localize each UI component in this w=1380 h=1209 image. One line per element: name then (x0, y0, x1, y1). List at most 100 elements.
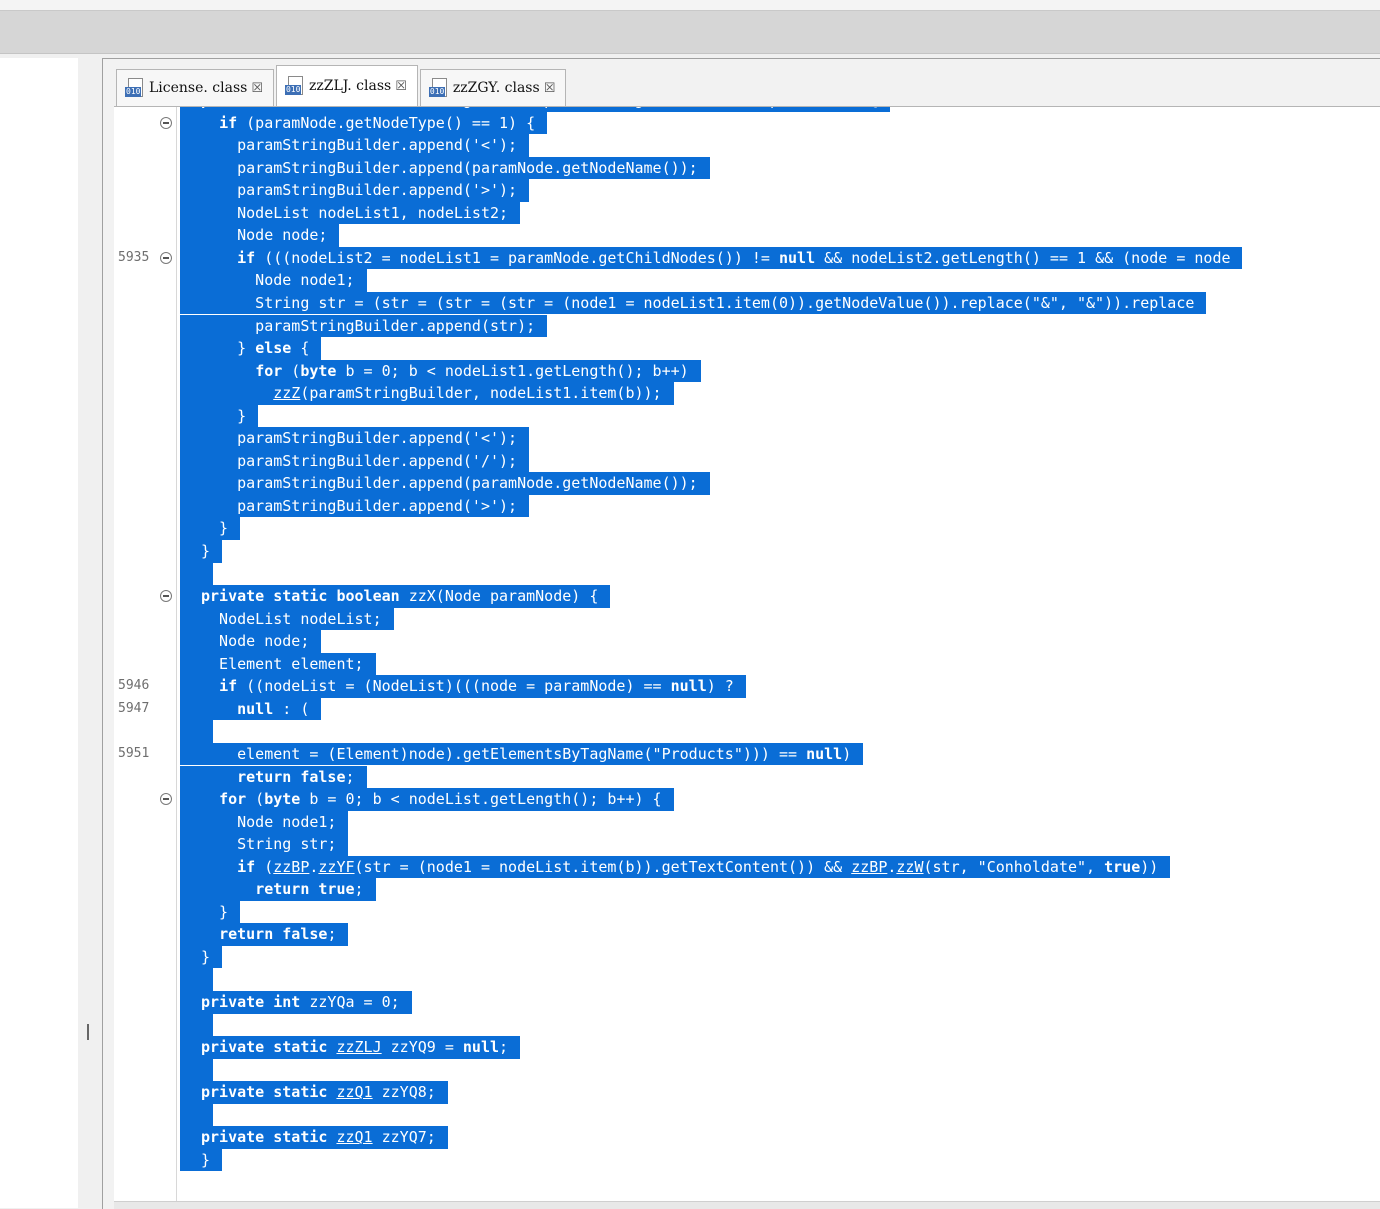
code-text: for (byte b = 0; b < nodeList1.getLength… (255, 361, 689, 380)
close-tab-icon[interactable]: ☒ (395, 79, 407, 94)
code-line: String str = (str = (str = (str = (node1… (114, 291, 1380, 315)
code-text: Node node; (201, 632, 310, 651)
code-line: } (114, 900, 1380, 924)
code-line (114, 1103, 1380, 1127)
code-line: private static zzQ1 zzYQ8; (114, 1081, 1380, 1104)
code-text: if (paramNode.getNodeType() == 1) { (219, 113, 536, 132)
code-line: return false; (114, 765, 1380, 788)
collapse-fold-icon[interactable] (160, 116, 172, 129)
code-line: NodeList nodeList1, nodeList2; (114, 201, 1380, 225)
code-text: private static void zzZ(StringBuilder pa… (201, 107, 878, 109)
collapse-fold-icon[interactable] (160, 793, 172, 806)
tab-license-class[interactable]: 010 License. class ☒ (116, 69, 274, 106)
selection-highlight (180, 1058, 213, 1082)
code-text: String str = (str = (str = (str = (node1… (201, 293, 1195, 312)
package-explorer-pane (0, 58, 78, 1208)
tab-label: zzZGY. class (452, 80, 540, 96)
code-text: } (201, 902, 229, 921)
code-text: } (201, 542, 211, 560)
code-line: paramStringBuilder.append('/'); (114, 449, 1380, 473)
code-line: paramStringBuilder.append('<'); (114, 134, 1380, 157)
code-line: Node node; (114, 224, 1380, 247)
code-text: paramStringBuilder.append('>'); (201, 181, 518, 200)
code-text: } (201, 1150, 211, 1169)
code-line: } (114, 1148, 1380, 1172)
tab-label: License. class (149, 80, 248, 96)
line-number: 5946 (118, 678, 150, 694)
code-text: return false; (219, 925, 337, 944)
code-text: null : ( (237, 699, 310, 718)
code-text: paramStringBuilder.append('/'); (201, 451, 518, 470)
code-text: private static zzQ1 zzYQ8; (201, 1083, 436, 1102)
code-text: if (((nodeList2 = nodeList1 = paramNode.… (237, 248, 1231, 267)
code-line: private static zzQ1 zzYQ7; (114, 1126, 1380, 1149)
close-tab-icon[interactable]: ☒ (251, 81, 263, 96)
code-line: Node node; (114, 630, 1380, 653)
code-line (114, 968, 1380, 991)
code-text: paramStringBuilder.append(paramNode.getN… (201, 474, 698, 493)
code-line: paramStringBuilder.append('<'); (114, 427, 1380, 450)
collapse-fold-icon[interactable] (160, 251, 172, 264)
collapse-fold-icon[interactable] (160, 590, 172, 603)
code-line (114, 562, 1380, 586)
code-text: if ((nodeList = (NodeList)(((node = para… (219, 677, 734, 696)
code-text: for (byte b = 0; b < nodeList.getLength(… (219, 790, 662, 809)
code-text: Node node; (201, 226, 328, 245)
code-text: zzZ(paramStringBuilder, nodeList1.item(b… (273, 384, 662, 403)
code-line: paramStringBuilder.append('>'); (114, 179, 1380, 202)
line-number: 5951 (118, 745, 150, 761)
class-file-icon: 010 (125, 78, 145, 98)
code-line: } (114, 404, 1380, 428)
code-content: private static void zzZ(StringBuilder pa… (114, 107, 1380, 1202)
selection-highlight (180, 968, 213, 991)
code-line: Element element; (114, 652, 1380, 676)
code-line: if (paramNode.getNodeType() == 1) { (114, 111, 1380, 135)
code-line: paramStringBuilder.append(paramNode.getN… (114, 156, 1380, 180)
code-text: paramStringBuilder.append('<'); (201, 136, 518, 155)
code-text: private static zzZLJ zzYQ9 = null; (201, 1038, 509, 1057)
selection-highlight (180, 562, 213, 586)
class-file-icon: 010 (428, 78, 449, 98)
selection-highlight (180, 1103, 213, 1127)
code-text: element = (Element)node).getElementsByTa… (201, 744, 852, 763)
code-text: return true; (255, 880, 364, 899)
close-tab-icon[interactable]: ☒ (544, 81, 556, 96)
sash-handle[interactable] (87, 1024, 89, 1040)
code-text: private static zzQ1 zzYQ7; (201, 1128, 436, 1147)
tab-zzzlj-class[interactable]: 010 zzZLJ. class ☒ (275, 65, 418, 106)
code-line: private static boolean zzX(Node paramNod… (114, 585, 1380, 608)
code-text: private int zzYQa = 0; (201, 993, 400, 1011)
selection-highlight (180, 720, 213, 743)
code-line: } else { (114, 337, 1380, 360)
window-title-bar (0, 0, 1380, 11)
tab-label: zzZLJ. class (308, 78, 392, 94)
code-line: NodeList nodeList; (114, 607, 1380, 631)
gutter-divider (176, 107, 177, 1202)
code-line: 5935 if (((nodeList2 = nodeList1 = param… (114, 246, 1380, 270)
code-line: } (114, 540, 1380, 563)
code-line: String str; (114, 833, 1380, 856)
code-text: NodeList nodeList1, nodeList2; (201, 203, 509, 222)
code-text: paramStringBuilder.append('<'); (201, 429, 518, 448)
editor-tab-bar: 010 License. class ☒ 010 zzZLJ. class ☒ 010 zzZ… (116, 64, 568, 106)
code-line: 5946 if ((nodeList = (NodeList)(((node =… (114, 675, 1380, 698)
code-line (114, 1058, 1380, 1082)
line-number: 5935 (118, 249, 150, 265)
code-line: for (byte b = 0; b < nodeList1.getLength… (114, 359, 1380, 383)
line-number: 5947 (118, 700, 150, 716)
code-line: Node node1; (114, 810, 1380, 834)
code-line: zzZ(paramStringBuilder, nodeList1.item(b… (114, 382, 1380, 405)
tab-zzzgy-class[interactable]: 010 zzZGY. class ☒ (419, 69, 567, 106)
code-text: Node node1; (201, 812, 337, 831)
code-text: return false; (237, 767, 355, 786)
code-line: 5951 element = (Element)node).getElement… (114, 742, 1380, 766)
code-line: private static zzZLJ zzYQ9 = null; (114, 1036, 1380, 1059)
code-text: } (201, 406, 247, 425)
code-editor[interactable]: private static void zzZ(StringBuilder pa… (114, 106, 1380, 1202)
code-line: } (114, 517, 1380, 540)
code-text: Node node1; (201, 271, 355, 290)
code-line: } (114, 945, 1380, 969)
selection-highlight (180, 1013, 213, 1037)
code-line: Node node1; (114, 269, 1380, 292)
class-file-icon: 010 (284, 76, 305, 96)
